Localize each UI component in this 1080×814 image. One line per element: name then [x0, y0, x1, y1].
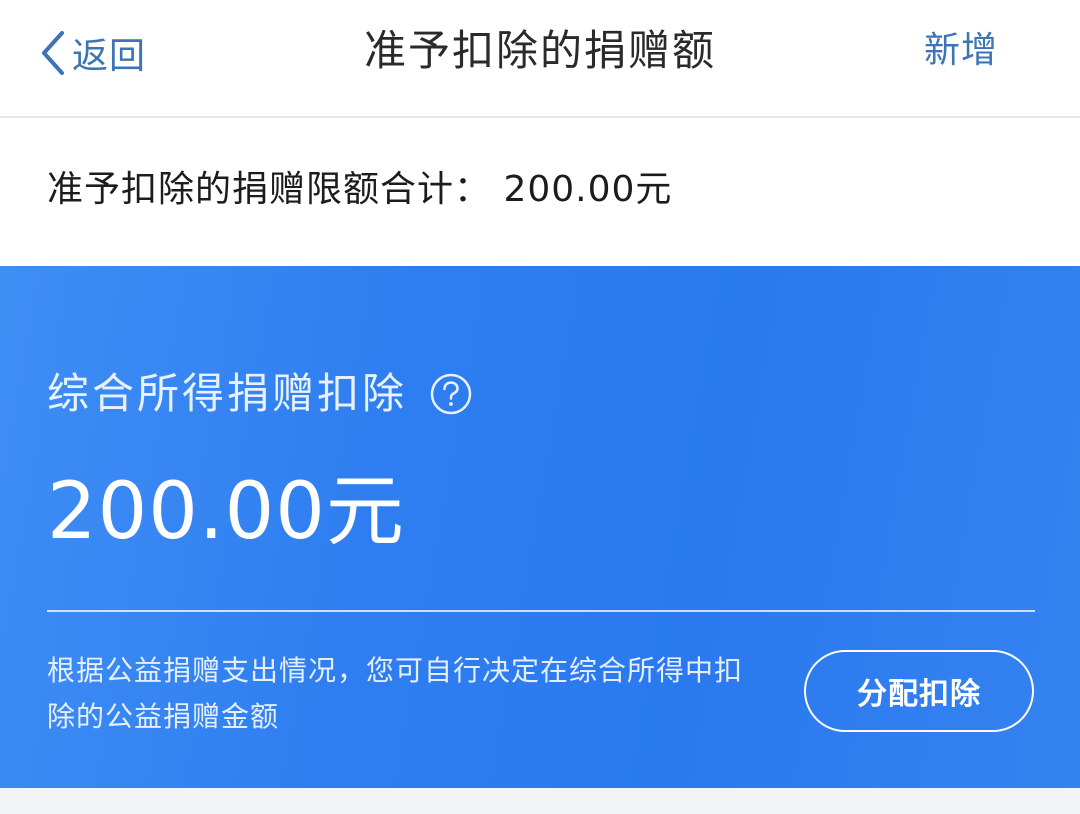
deduction-limit-row: 准予扣除的捐赠限额合计： 200.00元: [0, 120, 1080, 266]
deduction-amount: 200.00元: [47, 467, 405, 557]
screen: 返回 准予扣除的捐赠额 新增 准予扣除的捐赠限额合计： 200.00元 综合所得…: [0, 0, 1080, 814]
card-title-label: 综合所得捐赠扣除: [47, 369, 408, 418]
allocate-deduction-button[interactable]: 分配扣除: [804, 650, 1034, 732]
deduction-limit-total: 准予扣除的捐赠限额合计： 200.00元: [47, 169, 673, 210]
bottom-strip: [0, 788, 1080, 814]
card-title: 综合所得捐赠扣除: [47, 364, 473, 424]
navigation-bar: 返回 准予扣除的捐赠额 新增: [0, 0, 1080, 118]
question-circle-icon[interactable]: [429, 372, 473, 416]
deduction-description: 根据公益捐赠支出情况，您可自行决定在综合所得中扣除的公益捐赠金额: [47, 654, 744, 733]
income-deduction-card: 综合所得捐赠扣除 200.00元 根据公益捐赠支出情况，您可自行决定在综合所得中…: [0, 266, 1080, 788]
page-title: 准予扣除的捐赠额: [363, 26, 716, 75]
card-divider: [47, 610, 1035, 612]
add-button[interactable]: 新增: [924, 20, 998, 82]
